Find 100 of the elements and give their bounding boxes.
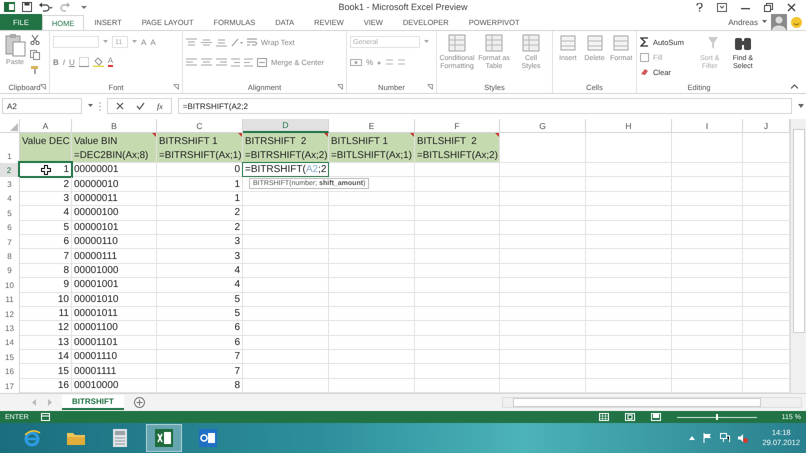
vertical-scrollbar[interactable] bbox=[790, 119, 806, 393]
row-header[interactable]: 1 bbox=[0, 133, 20, 163]
cells-icon[interactable] bbox=[558, 33, 578, 53]
wrap-text-icon[interactable] bbox=[247, 38, 257, 46]
table-grid-icon[interactable] bbox=[484, 33, 504, 53]
row-header[interactable]: 17 bbox=[0, 378, 20, 393]
network-icon[interactable] bbox=[720, 433, 730, 443]
align-left-icon[interactable] bbox=[186, 58, 197, 66]
caret-icon[interactable] bbox=[88, 104, 93, 108]
browser-icon[interactable] bbox=[23, 429, 41, 447]
sigma-icon[interactable] bbox=[640, 37, 649, 47]
expand-formula-icon[interactable] bbox=[798, 104, 804, 108]
borders-icon[interactable] bbox=[78, 57, 89, 67]
font-color-button[interactable]: A bbox=[108, 57, 114, 67]
dialog-launcher-icon[interactable] bbox=[173, 84, 179, 90]
column-header[interactable]: J bbox=[743, 119, 790, 133]
sheet-tab[interactable]: BITRSHIFT bbox=[62, 395, 124, 410]
column-header[interactable]: E bbox=[329, 119, 415, 133]
align-right-icon[interactable] bbox=[216, 58, 227, 66]
show-hidden-icons-icon[interactable] bbox=[689, 436, 696, 440]
column-header[interactable]: B bbox=[72, 119, 157, 133]
add-sheet-icon[interactable] bbox=[134, 397, 145, 408]
row-header[interactable]: 11 bbox=[0, 292, 20, 307]
dialog-launcher-icon[interactable] bbox=[40, 84, 46, 90]
restore-icon[interactable] bbox=[764, 2, 773, 12]
normal-view-icon[interactable] bbox=[599, 413, 609, 421]
page-break-view-icon[interactable] bbox=[651, 413, 661, 421]
bold-button[interactable]: B bbox=[53, 58, 59, 66]
check-icon[interactable] bbox=[136, 102, 145, 110]
next-sheet-icon[interactable] bbox=[47, 399, 52, 406]
dialog-launcher-icon[interactable] bbox=[337, 84, 343, 90]
orientation-icon[interactable] bbox=[231, 38, 243, 46]
volume-icon[interactable] bbox=[738, 433, 748, 443]
horizontal-scrollbar[interactable] bbox=[502, 397, 802, 408]
align-center-icon[interactable] bbox=[201, 58, 212, 66]
table-grid-icon[interactable] bbox=[447, 33, 467, 53]
save-icon[interactable] bbox=[22, 2, 32, 12]
smiley-icon[interactable] bbox=[791, 16, 802, 28]
row-header[interactable]: 12 bbox=[0, 306, 20, 322]
align-bottom-icon[interactable] bbox=[216, 38, 227, 46]
cells-icon[interactable] bbox=[611, 33, 632, 53]
fill-color-icon[interactable] bbox=[92, 57, 104, 67]
row-header[interactable]: 10 bbox=[0, 278, 20, 293]
insert-function-button[interactable]: fx bbox=[157, 102, 163, 110]
table-grid-icon[interactable] bbox=[521, 33, 541, 53]
dialog-launcher-icon[interactable] bbox=[427, 84, 433, 90]
mail-app-icon[interactable] bbox=[199, 429, 217, 447]
column-header[interactable]: G bbox=[500, 119, 586, 133]
account-name[interactable]: Andreas bbox=[728, 18, 758, 26]
copy-icon[interactable] bbox=[30, 50, 40, 60]
macro-record-icon[interactable] bbox=[40, 413, 50, 421]
formula-field[interactable]: =BITRSHIFT(A2;2 bbox=[178, 98, 792, 114]
select-all-icon[interactable] bbox=[10, 123, 18, 131]
row-header[interactable]: 2 bbox=[0, 163, 20, 178]
grow-font-button[interactable]: A bbox=[141, 38, 146, 46]
column-header[interactable]: D bbox=[243, 119, 329, 133]
clipboard-icon[interactable] bbox=[4, 33, 26, 57]
row-header[interactable]: 7 bbox=[0, 234, 20, 250]
currency-icon[interactable] bbox=[350, 58, 362, 66]
row-header[interactable]: 9 bbox=[0, 264, 20, 278]
italic-button[interactable]: I bbox=[62, 58, 66, 66]
column-header[interactable]: C bbox=[157, 119, 243, 133]
cancel-icon[interactable] bbox=[116, 102, 124, 110]
collapse-ribbon-icon[interactable] bbox=[791, 84, 798, 89]
row-header[interactable]: 5 bbox=[0, 206, 20, 221]
percent-button[interactable]: % bbox=[366, 58, 374, 66]
column-header[interactable]: A bbox=[20, 119, 72, 133]
column-header[interactable]: F bbox=[415, 119, 500, 133]
merge-icon[interactable] bbox=[257, 58, 267, 66]
eraser-icon[interactable] bbox=[640, 68, 649, 76]
column-header[interactable]: I bbox=[672, 119, 743, 133]
name-box[interactable]: A2 bbox=[2, 98, 82, 114]
page-layout-view-icon[interactable] bbox=[625, 413, 635, 421]
folder-icon[interactable] bbox=[66, 430, 86, 446]
previous-sheet-icon[interactable] bbox=[32, 399, 37, 406]
flag-icon[interactable] bbox=[703, 433, 712, 443]
format-painter-icon[interactable] bbox=[30, 65, 40, 75]
column-header[interactable]: H bbox=[586, 119, 672, 133]
font-name-field[interactable] bbox=[53, 36, 99, 48]
row-header[interactable]: 3 bbox=[0, 177, 20, 192]
align-middle-icon[interactable] bbox=[201, 38, 212, 46]
calculator-icon[interactable] bbox=[113, 429, 127, 447]
row-header[interactable]: 8 bbox=[0, 249, 20, 264]
underline-button[interactable]: U bbox=[69, 58, 75, 66]
spreadsheet-app-icon[interactable] bbox=[155, 429, 173, 447]
cells-icon[interactable] bbox=[584, 33, 604, 53]
row-header[interactable]: 16 bbox=[0, 364, 20, 379]
align-top-icon[interactable] bbox=[186, 38, 197, 46]
row-header[interactable]: 4 bbox=[0, 192, 20, 206]
fill-icon[interactable] bbox=[640, 52, 649, 62]
caret-icon[interactable] bbox=[762, 20, 767, 24]
cell-editor[interactable]: =BITRSHIFT(A2;2 bbox=[243, 163, 328, 176]
row-header[interactable]: 6 bbox=[0, 220, 20, 235]
help-icon[interactable] bbox=[696, 2, 703, 12]
close-icon[interactable] bbox=[787, 2, 796, 12]
row-header[interactable]: 14 bbox=[0, 336, 20, 350]
row-header[interactable]: 15 bbox=[0, 350, 20, 364]
shrink-font-button[interactable]: A bbox=[150, 38, 156, 46]
indent-icon[interactable] bbox=[231, 58, 253, 66]
undo-icon[interactable] bbox=[39, 2, 53, 12]
